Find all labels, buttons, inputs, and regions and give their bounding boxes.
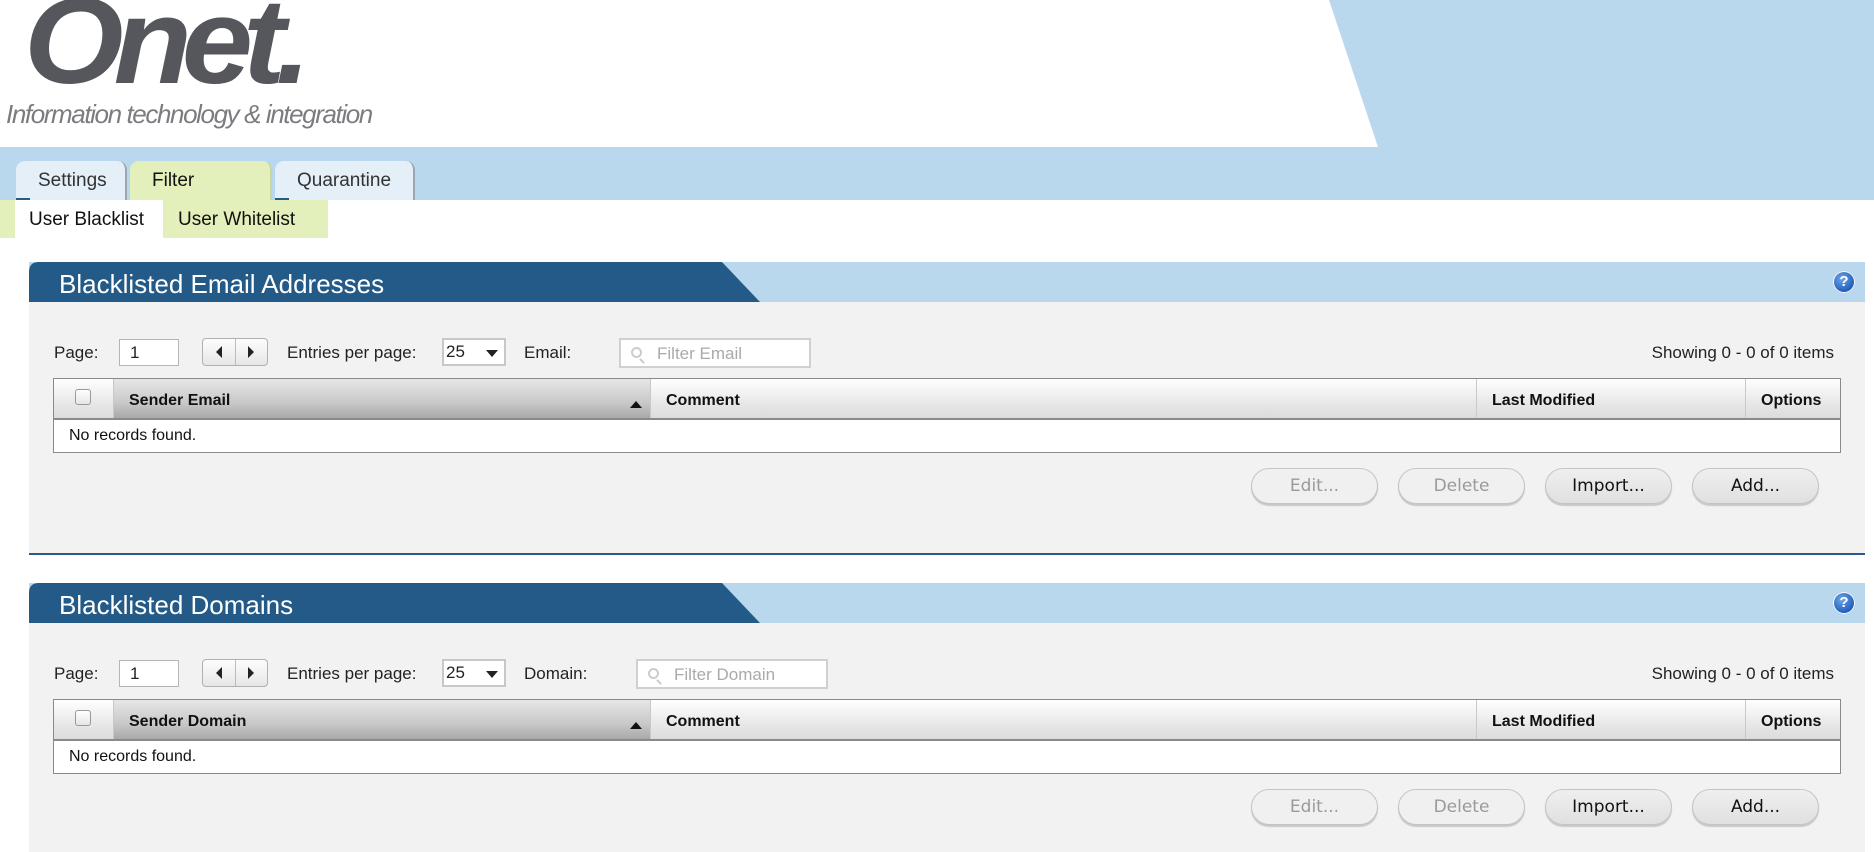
page-label: Page: xyxy=(54,664,99,683)
column-sender-domain[interactable]: Sender Domain xyxy=(114,700,651,739)
email-filter-label: Email: xyxy=(524,343,572,362)
column-last-modified[interactable]: Last Modified xyxy=(1477,700,1746,739)
action-buttons: Edit... Delete Import... Add... xyxy=(1251,789,1819,825)
column-label: Sender Domain xyxy=(129,713,247,730)
help-question-icon[interactable]: ? xyxy=(1833,271,1855,293)
column-sender-email[interactable]: Sender Email xyxy=(114,379,651,418)
add-button[interactable]: Add... xyxy=(1692,789,1819,825)
subtab-user-whitelist[interactable]: User Whitelist xyxy=(164,200,309,238)
domain-filter-input[interactable]: Filter Domain xyxy=(636,659,828,689)
sort-ascending-icon xyxy=(630,722,642,729)
logo-wordmark: Onet. xyxy=(24,0,311,103)
domain-filter-label: Domain: xyxy=(524,664,588,683)
search-icon xyxy=(631,347,642,358)
delete-button[interactable]: Delete xyxy=(1398,468,1525,504)
search-icon xyxy=(648,668,659,679)
arrow-right-icon xyxy=(248,667,255,679)
arrow-left-icon xyxy=(215,667,222,679)
blacklisted-domains-grid: Sender Domain Comment Last Modified Opti… xyxy=(53,699,1841,774)
select-all-header xyxy=(54,700,114,739)
help-question-icon[interactable]: ? xyxy=(1833,592,1855,614)
panel-title: Blacklisted Email Addresses xyxy=(59,269,385,299)
grid-toolbar: Page: 1 Entries per page: 25 Domain: Fil… xyxy=(54,659,1834,689)
column-comment[interactable]: Comment xyxy=(651,700,1477,739)
chevron-down-icon xyxy=(486,671,498,678)
import-button[interactable]: Import... xyxy=(1545,789,1672,825)
tab-settings[interactable]: Settings xyxy=(16,161,127,200)
select-all-header xyxy=(54,379,114,418)
previous-page-button[interactable] xyxy=(203,660,236,686)
blacklisted-domains-panel: Blacklisted Domains ? Page: 1 Entries pe… xyxy=(29,583,1865,852)
grid-header-row: Sender Email Comment Last Modified Optio… xyxy=(54,379,1840,420)
edit-button[interactable]: Edit... xyxy=(1251,789,1378,825)
main-tabs: Settings Filter Rules Quarantine xyxy=(16,161,415,231)
entries-per-page-value: 25 xyxy=(446,342,465,361)
entries-per-page-select[interactable]: 25 xyxy=(442,338,506,366)
empty-message: No records found. xyxy=(69,427,197,444)
edit-button[interactable]: Edit... xyxy=(1251,468,1378,504)
next-page-button[interactable] xyxy=(236,339,268,365)
arrow-left-icon xyxy=(215,346,222,358)
pager-buttons xyxy=(202,338,268,366)
action-buttons: Edit... Delete Import... Add... xyxy=(1251,468,1819,504)
page-number-input[interactable]: 1 xyxy=(119,660,179,687)
entries-per-page-label: Entries per page: xyxy=(287,664,417,683)
entries-per-page-label: Entries per page: xyxy=(287,343,417,362)
entries-per-page-value: 25 xyxy=(446,663,465,682)
add-button[interactable]: Add... xyxy=(1692,468,1819,504)
tab-quarantine[interactable]: Quarantine xyxy=(275,161,415,200)
entries-per-page-select[interactable]: 25 xyxy=(442,659,506,687)
select-all-checkbox[interactable] xyxy=(75,389,91,405)
email-filter-input[interactable]: Filter Email xyxy=(619,338,811,368)
logo-word-text: Onet xyxy=(24,0,286,110)
panel-header: Blacklisted Domains ? xyxy=(29,583,1865,623)
column-comment[interactable]: Comment xyxy=(651,379,1477,418)
import-button[interactable]: Import... xyxy=(1545,468,1672,504)
arrow-right-icon xyxy=(248,346,255,358)
grid-toolbar: Page: 1 Entries per page: 25 Email: Filt… xyxy=(54,338,1834,368)
panel-header: Blacklisted Email Addresses ? xyxy=(29,262,1865,302)
subtab-user-blacklist[interactable]: User Blacklist xyxy=(15,200,163,238)
domain-filter-placeholder: Filter Domain xyxy=(674,665,776,684)
next-page-button[interactable] xyxy=(236,660,268,686)
delete-button[interactable]: Delete xyxy=(1398,789,1525,825)
email-filter-placeholder: Filter Email xyxy=(657,344,743,363)
panel-title: Blacklisted Domains xyxy=(59,590,294,620)
section-divider xyxy=(29,553,1865,555)
grid-header-row: Sender Domain Comment Last Modified Opti… xyxy=(54,700,1840,741)
previous-page-button[interactable] xyxy=(203,339,236,365)
empty-message: No records found. xyxy=(69,748,197,765)
pager-buttons xyxy=(202,659,268,687)
logo-tagline: Information technology & integration xyxy=(6,99,373,129)
sort-ascending-icon xyxy=(630,401,642,408)
column-label: Sender Email xyxy=(129,392,231,409)
tab-filter-rules[interactable]: Filter Rules xyxy=(130,161,272,231)
blacklisted-emails-grid: Sender Email Comment Last Modified Optio… xyxy=(53,378,1841,453)
logo-dot: . xyxy=(275,0,311,110)
page-label: Page: xyxy=(54,343,99,362)
select-all-checkbox[interactable] xyxy=(75,710,91,726)
panel-header-shape xyxy=(29,583,1865,623)
page-number-input[interactable]: 1 xyxy=(119,339,179,366)
showing-count: Showing 0 - 0 of 0 items xyxy=(1651,664,1834,683)
chevron-down-icon xyxy=(486,350,498,357)
column-options: Options xyxy=(1761,392,1822,409)
sub-tabs: User Blacklist User Whitelist xyxy=(0,200,328,238)
company-logo[interactable]: Onet. Information technology & integrati… xyxy=(4,0,404,136)
column-options: Options xyxy=(1761,713,1822,730)
blacklisted-emails-panel: Blacklisted Email Addresses ? Page: 1 En… xyxy=(29,262,1865,554)
showing-count: Showing 0 - 0 of 0 items xyxy=(1651,343,1834,362)
column-last-modified[interactable]: Last Modified xyxy=(1477,379,1746,418)
